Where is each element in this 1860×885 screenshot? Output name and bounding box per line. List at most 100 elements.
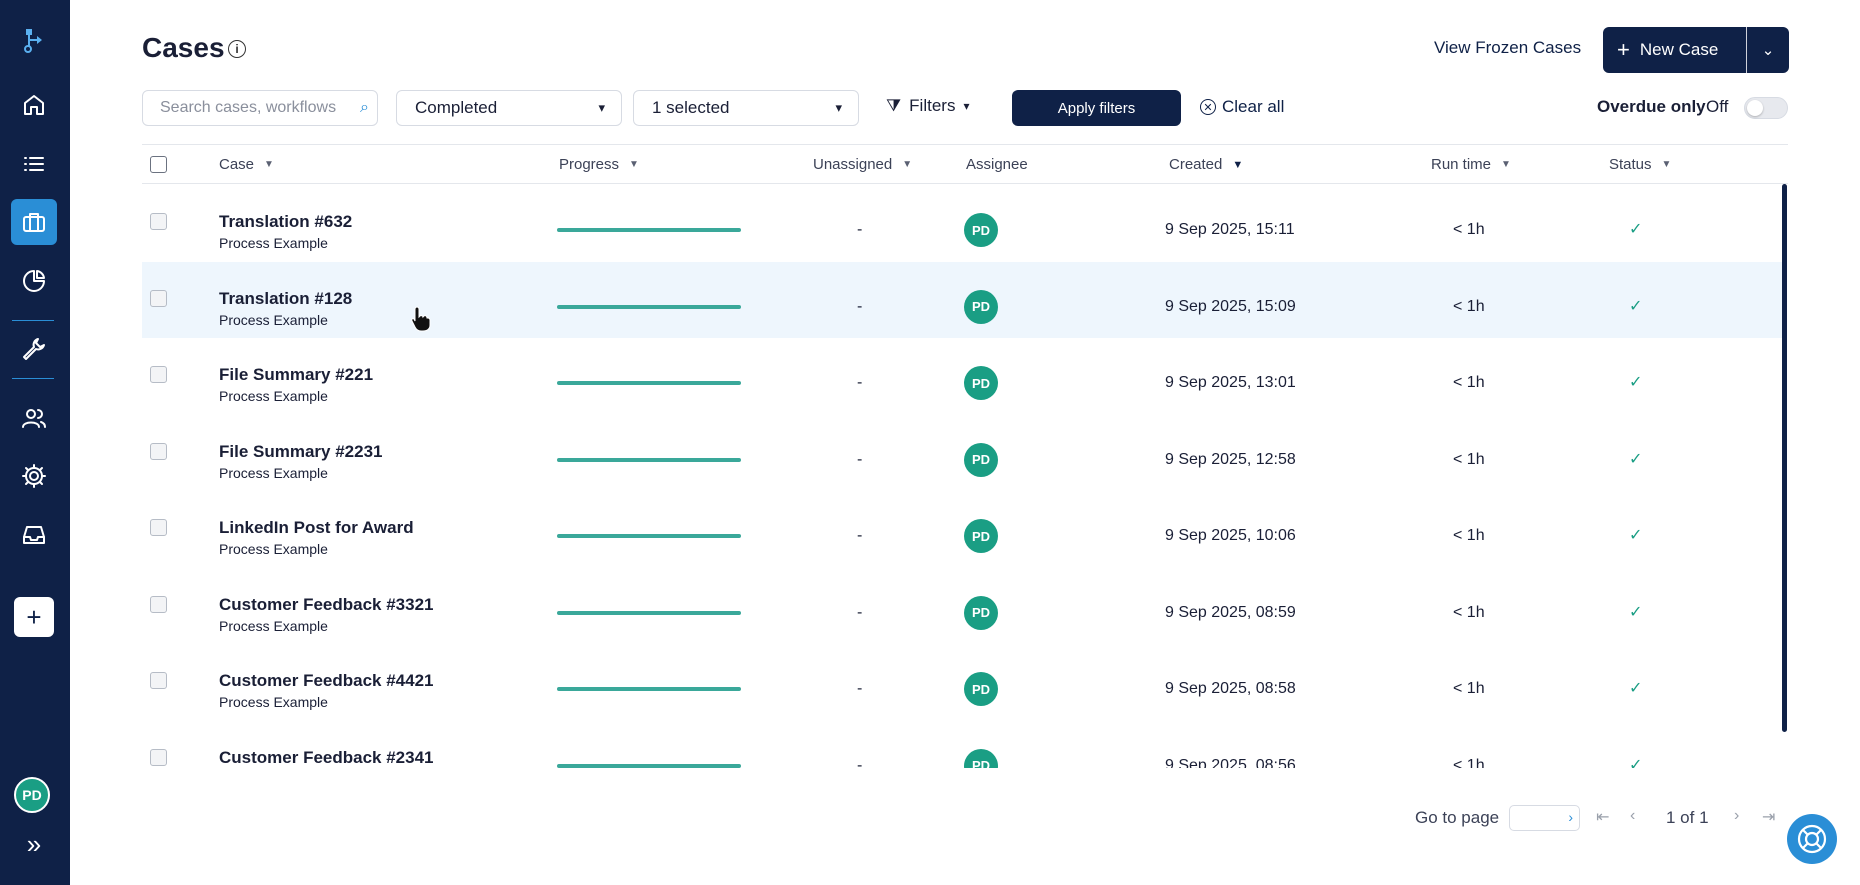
search-icon[interactable]: ⌕ — [360, 99, 369, 117]
status-check-icon: ✓ — [1629, 450, 1643, 468]
table-row[interactable]: Translation #128 Process Example - PD 9 Sep … — [142, 261, 1782, 338]
case-workflow: Process Example — [219, 617, 328, 634]
gear-icon[interactable] — [11, 453, 57, 499]
go-to-page-input[interactable]: › — [1509, 805, 1580, 831]
overdue-only-label: Overdue only — [1597, 97, 1706, 116]
status-check-icon: ✓ — [1629, 221, 1643, 238]
created-date: 9 Sep 2025, 10:06 — [1165, 527, 1296, 544]
assignee-avatar[interactable]: PD — [964, 366, 998, 400]
case-title[interactable]: Customer Feedback #3321 — [219, 595, 434, 615]
home-icon[interactable] — [11, 82, 57, 128]
row-checkbox[interactable] — [150, 519, 167, 536]
clear-icon: ✕ — [1200, 99, 1216, 115]
new-case-button[interactable]: + New Case — [1603, 27, 1746, 73]
column-header-status[interactable]: Status ▼ — [1609, 156, 1671, 173]
table-row[interactable]: File Summary #2231 Process Example - PD 9 Se… — [142, 415, 1782, 491]
assignee-avatar[interactable]: PD — [964, 213, 998, 247]
assignee-avatar[interactable]: PD — [964, 289, 998, 324]
briefcase-icon[interactable] — [11, 199, 57, 245]
search-input[interactable] — [160, 99, 340, 117]
info-icon[interactable]: i — [228, 40, 246, 58]
column-header-created[interactable]: Created ▼ — [1169, 156, 1243, 173]
sort-icon: ▼ — [902, 159, 913, 170]
go-to-page-label: Go to page — [1415, 808, 1500, 827]
logo-icon[interactable] — [11, 17, 57, 63]
column-header-progress[interactable]: Progress ▼ — [559, 156, 639, 173]
chevron-right-icon[interactable]: › — [1568, 809, 1573, 825]
case-workflow: Process Example — [219, 694, 328, 710]
status-select[interactable]: Completed ▾ — [396, 90, 622, 126]
pie-chart-icon[interactable] — [11, 258, 57, 304]
first-page-icon[interactable]: ⇤ — [1596, 807, 1609, 827]
status-check-icon: ✓ — [1629, 527, 1643, 544]
case-title[interactable]: File Summary #221 — [219, 365, 373, 385]
assignee-avatar[interactable]: PD — [964, 672, 998, 706]
chevron-down-icon[interactable]: ⌄ — [1747, 41, 1789, 59]
overdue-toggle[interactable] — [1744, 97, 1788, 119]
add-icon[interactable]: + — [14, 597, 54, 637]
column-header-unassigned[interactable]: Unassigned ▼ — [813, 156, 912, 173]
wrench-icon[interactable] — [11, 326, 57, 372]
run-time: < 1h — [1453, 450, 1485, 468]
unassigned-value: - — [857, 374, 863, 391]
row-checkbox[interactable] — [150, 289, 167, 307]
view-frozen-cases-link[interactable]: View Frozen Cases — [1434, 38, 1581, 58]
table-row[interactable]: LinkedIn Post for Award Process Example - P… — [142, 491, 1782, 567]
case-title[interactable]: Customer Feedback #2341 — [219, 748, 434, 768]
sort-icon: ▼ — [1501, 159, 1511, 170]
status-check-icon: ✓ — [1629, 756, 1643, 769]
users-icon[interactable] — [11, 395, 57, 441]
filters-button[interactable]: ⧩ Filters ▾ — [886, 96, 969, 116]
table-row[interactable]: Customer Feedback #3321 Process Example - P… — [142, 568, 1782, 644]
inbox-icon[interactable] — [11, 512, 57, 558]
row-checkbox[interactable] — [150, 748, 167, 766]
column-header-case[interactable]: Case ▼ — [219, 156, 274, 173]
table-row[interactable]: File Summary #221 Process Example - PD 9 Sep… — [142, 338, 1782, 414]
row-checkbox[interactable] — [150, 442, 167, 460]
column-header-run-time[interactable]: Run time ▼ — [1431, 156, 1511, 173]
clear-all-button[interactable]: ✕ Clear all — [1200, 97, 1284, 117]
table-row[interactable]: Customer Feedback #2341Process Example-P… — [142, 721, 1782, 769]
sort-icon: ▼ — [264, 159, 274, 170]
apply-filters-button[interactable]: Apply filters — [1012, 90, 1181, 126]
case-title[interactable]: LinkedIn Post for Award — [219, 518, 414, 538]
case-title[interactable]: Translation #632 — [219, 212, 352, 232]
prev-page-icon[interactable]: ‹ — [1630, 807, 1635, 825]
user-avatar[interactable]: PD — [14, 777, 50, 813]
row-checkbox[interactable] — [150, 595, 167, 613]
row-checkbox[interactable] — [150, 213, 167, 230]
filter-icon: ⧩ — [886, 96, 902, 115]
case-workflow: Process Example — [219, 311, 328, 328]
sidebar: + PD » — [0, 0, 70, 885]
table-row[interactable]: Customer Feedback #4421 Process Example - P… — [142, 644, 1782, 720]
sort-icon: ▼ — [629, 159, 639, 170]
sort-icon: ▼ — [1661, 159, 1672, 170]
progress-bar — [557, 763, 741, 768]
assignee-avatar[interactable]: PD — [964, 748, 998, 768]
case-title[interactable]: File Summary #2231 — [219, 442, 382, 462]
case-title[interactable]: Translation #128 — [219, 289, 352, 309]
clear-all-label: Clear all — [1222, 97, 1285, 116]
row-checkbox[interactable] — [150, 366, 167, 383]
assignee-avatar[interactable]: PD — [964, 595, 998, 630]
expand-sidebar-icon[interactable]: » — [18, 829, 50, 859]
page-title: Cases — [142, 32, 225, 63]
table-row[interactable]: Translation #632 Process Example - PD 9 Sep … — [142, 185, 1782, 261]
assignee-avatar[interactable]: PD — [964, 442, 998, 477]
case-title[interactable]: Customer Feedback #4421 — [219, 671, 434, 691]
assignee-avatar[interactable]: PD — [964, 519, 998, 553]
multi-select[interactable]: 1 selected ▾ — [633, 90, 859, 126]
list-icon[interactable] — [11, 141, 57, 187]
select-all-checkbox[interactable] — [150, 156, 167, 173]
last-page-icon[interactable]: ⇥ — [1762, 807, 1775, 827]
next-page-icon[interactable]: › — [1734, 807, 1739, 825]
row-checkbox[interactable] — [150, 672, 167, 689]
progress-bar — [557, 610, 741, 615]
new-case-button-group: + New Case ⌄ — [1603, 27, 1789, 73]
help-lifebuoy-icon[interactable] — [1787, 814, 1837, 864]
page-info: 1 of 1 — [1666, 808, 1709, 827]
table-scrollbar[interactable] — [1782, 184, 1787, 732]
unassigned-value: - — [857, 450, 863, 468]
unassigned-value: - — [857, 680, 863, 697]
created-date: 9 Sep 2025, 08:56 — [1165, 756, 1296, 769]
